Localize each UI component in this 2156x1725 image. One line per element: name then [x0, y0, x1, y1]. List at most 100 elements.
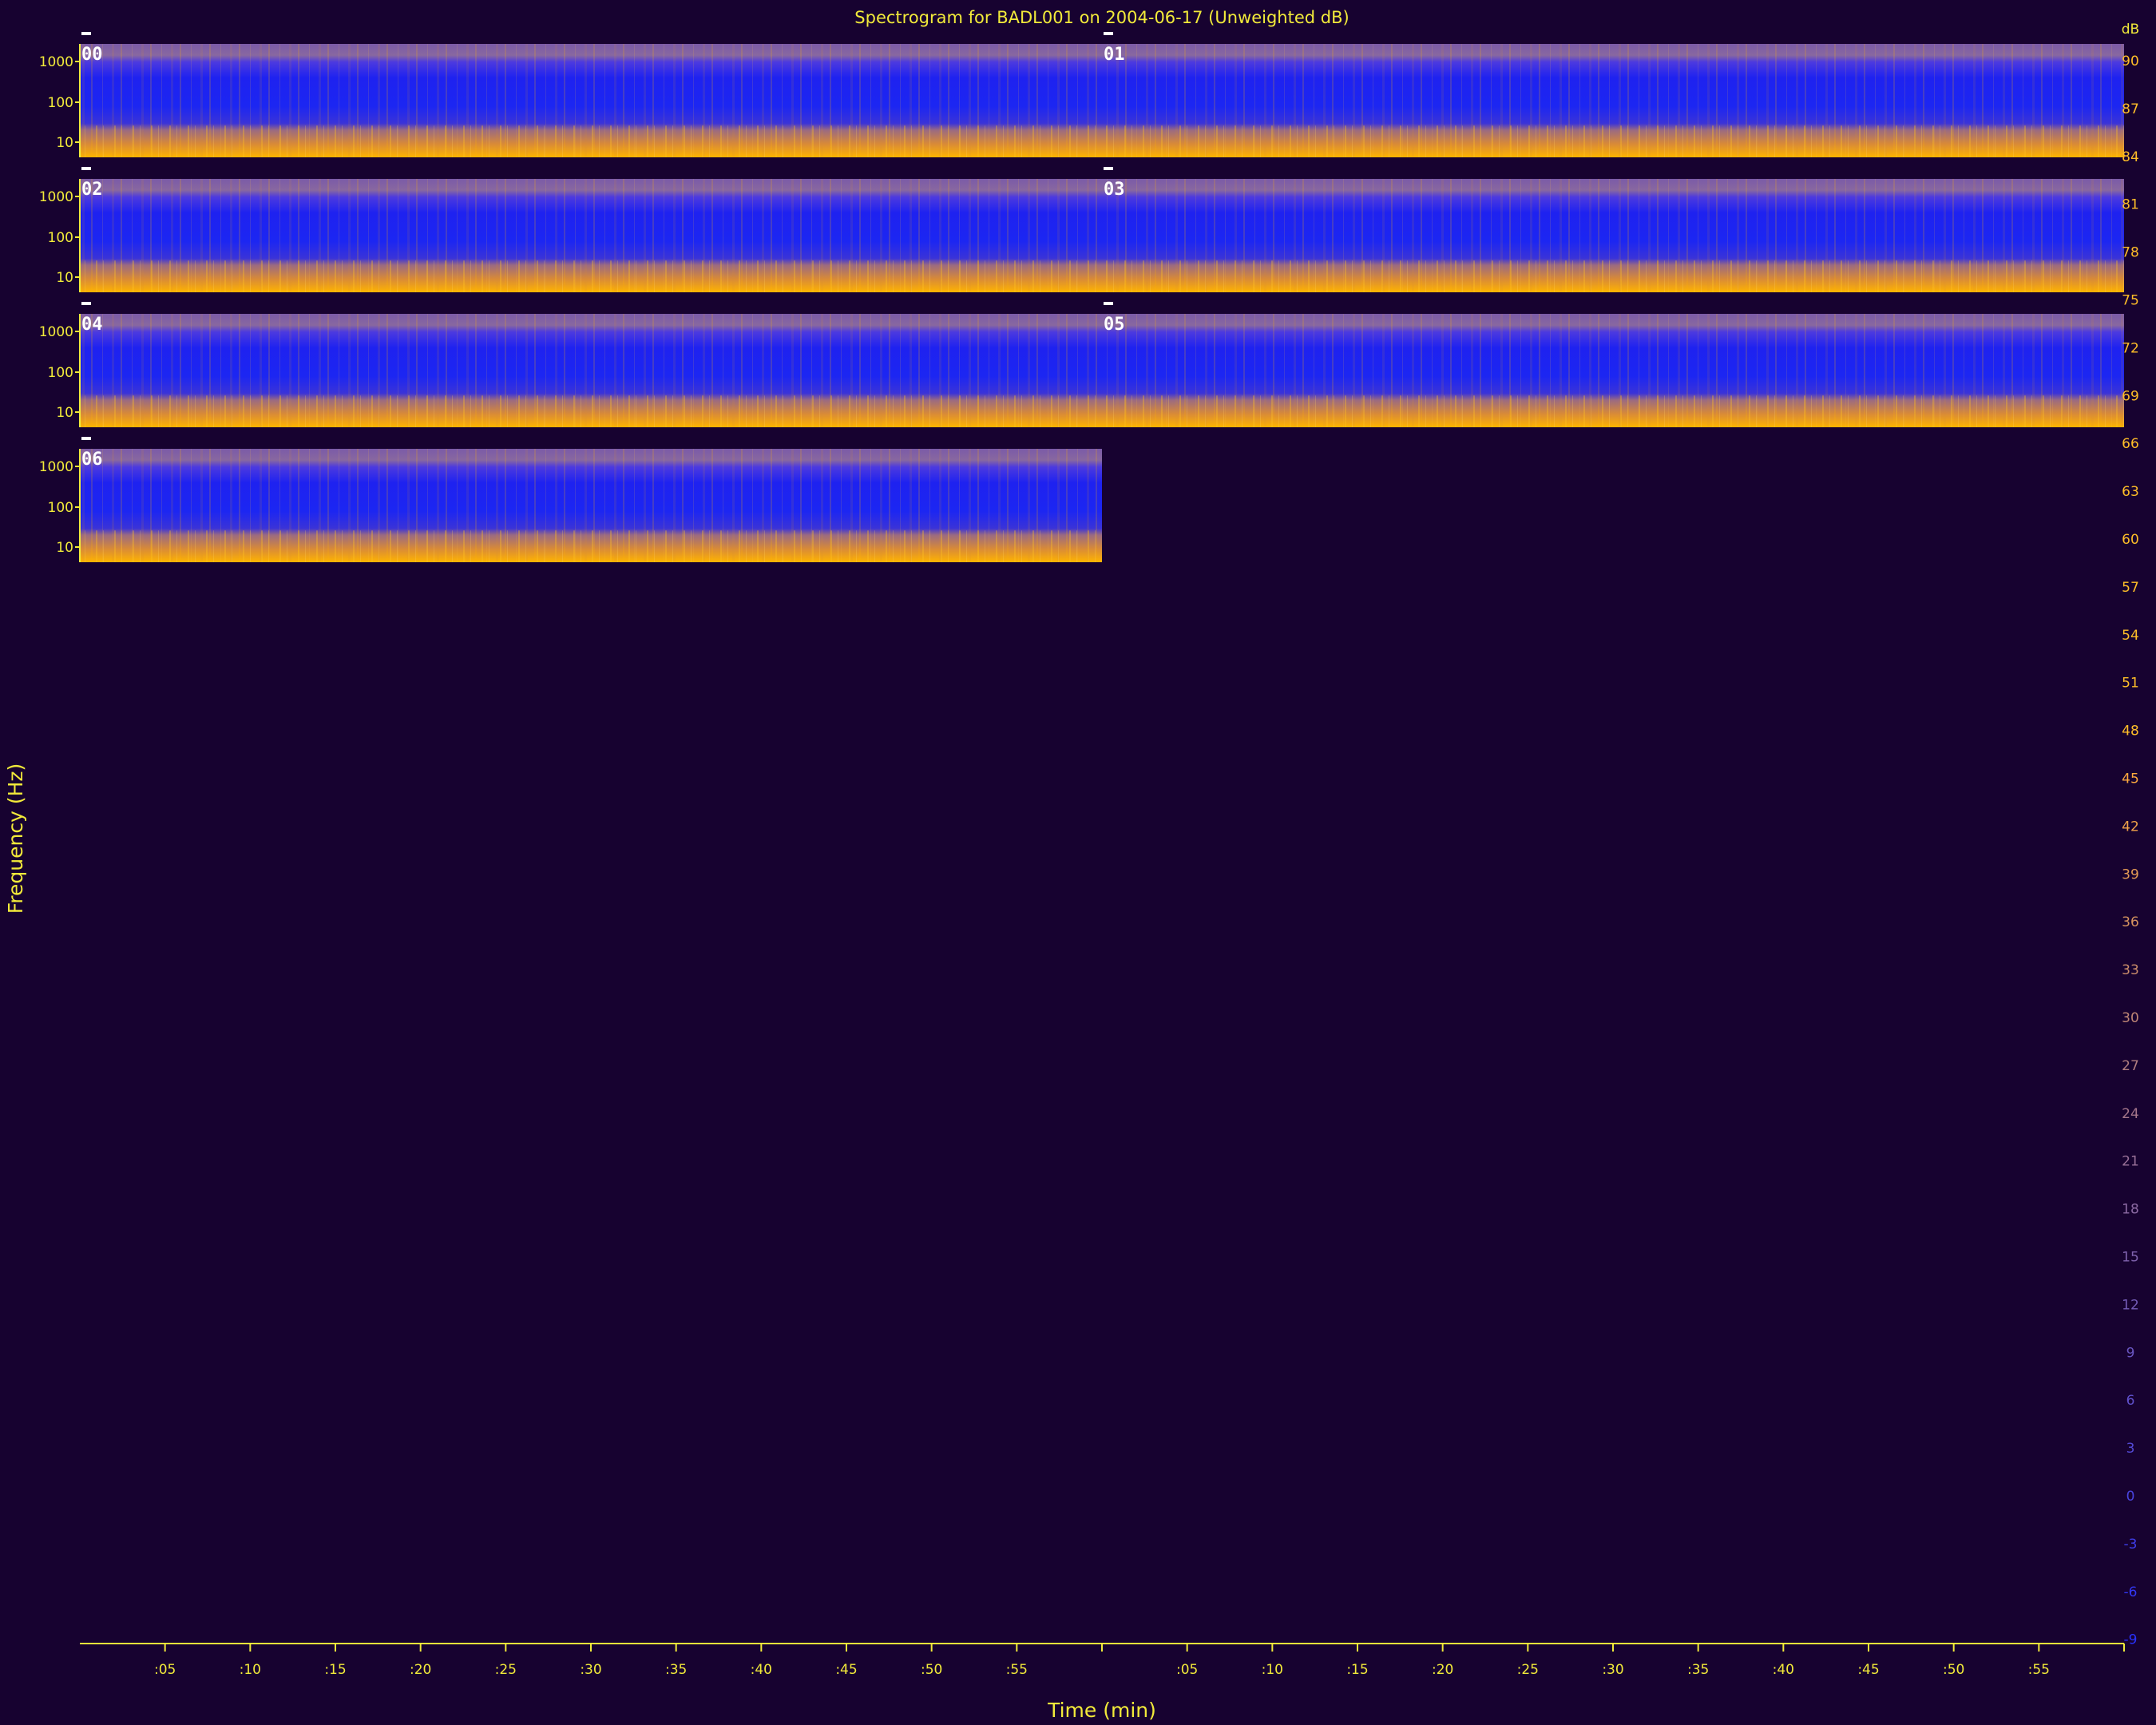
colorbar-label: 75 [2122, 293, 2139, 309]
colorbar-label: 9 [2126, 1345, 2135, 1361]
colorbar-label: 69 [2122, 388, 2139, 404]
colorbar-label: 21 [2122, 1154, 2139, 1170]
colorbar-label: 72 [2122, 340, 2139, 356]
x-tick-label: :15 [324, 1662, 346, 1678]
colorbar-label: 63 [2122, 484, 2139, 500]
colorbar-label: 0 [2126, 1489, 2135, 1505]
x-tick-label: :40 [1773, 1662, 1794, 1678]
y-tick-label: 1000 [39, 459, 73, 475]
hour-panel-06: 06 1000 100 10 [39, 437, 1102, 562]
y-tick-label: 10 [56, 135, 73, 151]
colorbar-label: 90 [2122, 54, 2139, 69]
colorbar: dB90878481787572696663605754514845423936… [2122, 22, 2139, 1648]
x-tick-label: :30 [580, 1662, 601, 1678]
y-tick-label: 1000 [39, 189, 73, 205]
y-tick-label: 100 [48, 365, 73, 381]
colorbar-label: 87 [2122, 101, 2139, 117]
y-tick-label: 1000 [39, 324, 73, 340]
hour-panel-05: 05 [1102, 302, 2124, 427]
panel-marker [81, 437, 91, 440]
colorbar-label: -3 [2124, 1537, 2138, 1552]
x-tick-label: :35 [665, 1662, 687, 1678]
spectrogram-texture [80, 44, 1102, 157]
colorbar-label: 81 [2122, 197, 2139, 213]
colorbar-label: 84 [2122, 149, 2139, 165]
x-tick-label: :15 [1346, 1662, 1368, 1678]
y-axis-label: Frequency (Hz) [4, 763, 27, 914]
colorbar-label: 60 [2122, 532, 2139, 548]
spectrogram-texture [80, 449, 1102, 562]
colorbar-label: 33 [2122, 962, 2139, 978]
x-tick-label: :45 [1857, 1662, 1879, 1678]
chart-title: Spectrogram for BADL001 on 2004-06-17 (U… [854, 8, 1349, 27]
y-tick-label: 100 [48, 230, 73, 246]
colorbar-label: 39 [2122, 866, 2139, 882]
hour-label: 03 [1104, 180, 1125, 200]
colorbar-label: 27 [2122, 1058, 2139, 1074]
x-tick-label: :50 [1943, 1662, 1964, 1678]
colorbar-label: 24 [2122, 1106, 2139, 1122]
colorbar-label: 30 [2122, 1010, 2139, 1026]
colorbar-label: 18 [2122, 1202, 2139, 1218]
hour-panel-03: 03 [1102, 167, 2124, 292]
x-tick-label: :20 [1432, 1662, 1453, 1678]
x-tick-label: :20 [410, 1662, 431, 1678]
panel-marker [81, 32, 91, 35]
spectrogram-texture [1102, 314, 2124, 427]
hour-panel-04: 04 1000 100 10 [39, 302, 1102, 427]
hour-label: 01 [1104, 45, 1125, 65]
spectrogram-panels: 0010001001001021000100100304100010010050… [39, 32, 2124, 562]
x-tick-label: :10 [240, 1662, 261, 1678]
x-tick-label: :50 [921, 1662, 942, 1678]
y-tick-label: 10 [56, 270, 73, 286]
panel-marker [1104, 32, 1113, 35]
panel-marker [81, 167, 91, 170]
y-tick-label: 10 [56, 540, 73, 556]
colorbar-unit: dB [2122, 22, 2139, 38]
x-tick-label: :45 [835, 1662, 857, 1678]
colorbar-label: 51 [2122, 676, 2139, 692]
hour-label: 00 [81, 45, 103, 65]
spectrogram-chart: Spectrogram for BADL001 on 2004-06-17 (U… [4, 8, 2139, 1722]
x-tick-label: :55 [1006, 1662, 1028, 1678]
y-tick-label: 100 [48, 95, 73, 111]
hour-label: 06 [81, 450, 103, 470]
colorbar-label: 15 [2122, 1250, 2139, 1266]
hour-panel-01: 01 [1102, 32, 2124, 157]
x-tick-label: :05 [154, 1662, 176, 1678]
spectrogram-texture [80, 314, 1102, 427]
hour-label: 05 [1104, 315, 1125, 335]
x-tick-label: :30 [1602, 1662, 1623, 1678]
panel-marker [1104, 167, 1113, 170]
x-tick-label: :25 [495, 1662, 517, 1678]
x-axis-label: Time (min) [1047, 1699, 1156, 1722]
colorbar-label: 54 [2122, 628, 2139, 644]
hour-label: 04 [81, 315, 103, 335]
hour-panel-02: 02 1000 100 10 [39, 167, 1102, 292]
spectrogram-texture [1102, 44, 2124, 157]
colorbar-label: 36 [2122, 914, 2139, 930]
colorbar-label: 45 [2122, 771, 2139, 787]
hour-label: 02 [81, 180, 103, 200]
colorbar-label: 42 [2122, 819, 2139, 835]
colorbar-label: -9 [2124, 1632, 2138, 1648]
x-tick-label: :05 [1176, 1662, 1198, 1678]
colorbar-label: -6 [2124, 1584, 2138, 1600]
x-tick-label: :40 [751, 1662, 772, 1678]
x-tick-label: :55 [2028, 1662, 2050, 1678]
colorbar-label: 3 [2126, 1441, 2135, 1457]
x-tick-label: :10 [1262, 1662, 1283, 1678]
colorbar-label: 48 [2122, 724, 2139, 740]
y-tick-label: 1000 [39, 54, 73, 70]
colorbar-label: 6 [2126, 1393, 2135, 1409]
spectrogram-texture [1102, 179, 2124, 292]
y-tick-label: 100 [48, 500, 73, 516]
colorbar-label: 66 [2122, 436, 2139, 452]
colorbar-label: 78 [2122, 245, 2139, 261]
spectrogram-texture [80, 179, 1102, 292]
hour-panel-00: 00 1000 100 10 [39, 32, 1102, 157]
colorbar-label: 12 [2122, 1297, 2139, 1313]
x-tick-label: :35 [1687, 1662, 1709, 1678]
y-tick-label: 10 [56, 405, 73, 421]
x-tick-label: :25 [1517, 1662, 1539, 1678]
